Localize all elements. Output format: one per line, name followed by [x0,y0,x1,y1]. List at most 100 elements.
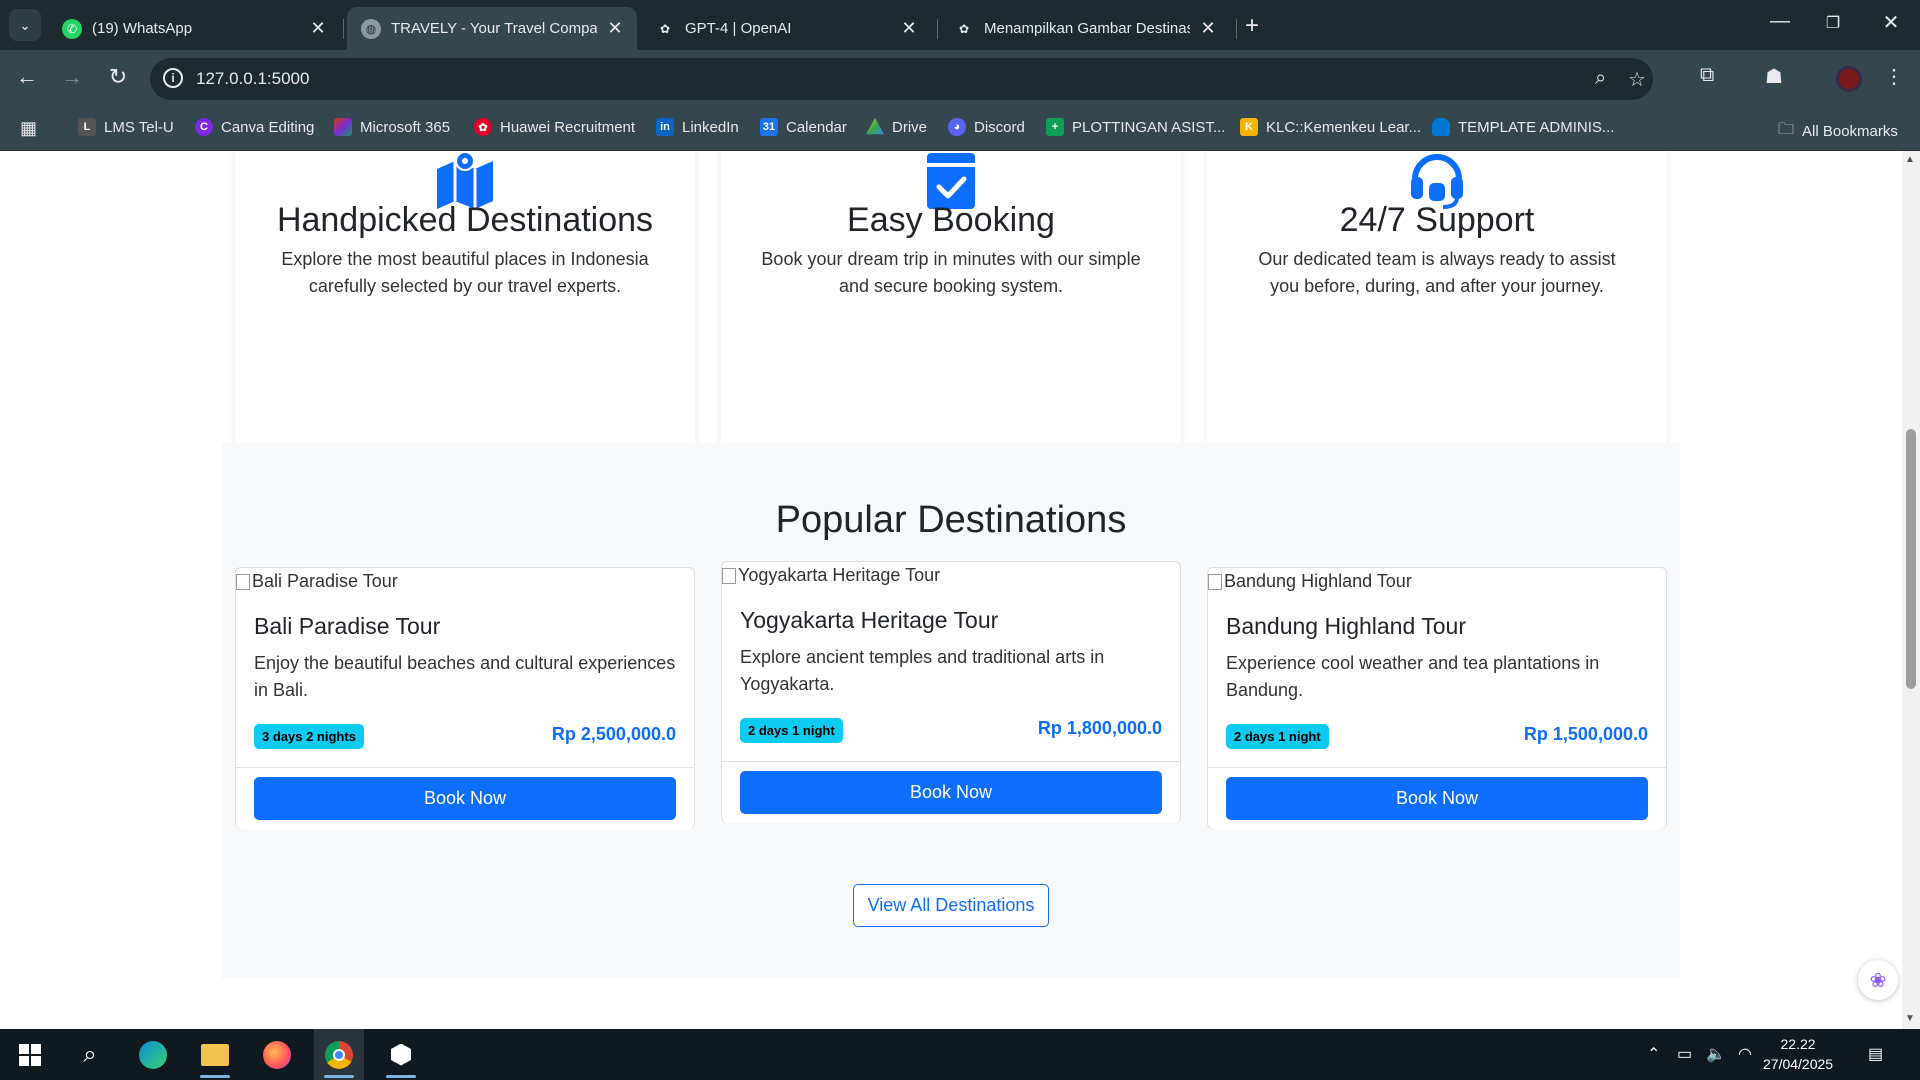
broken-image-icon [722,567,736,584]
bookmark-microsoft365[interactable]: Microsoft 365 [334,118,450,136]
wifi-icon[interactable]: ◠ [1738,1044,1752,1064]
scroll-up-icon[interactable]: ▲ [1905,154,1915,165]
price: Rp 1,800,000.0 [1037,718,1162,738]
bookmark-discord[interactable]: ◕ Discord [948,118,1025,136]
menu-kebab-icon[interactable]: ⋮ [1884,64,1904,89]
close-icon[interactable]: ✕ [1198,18,1218,39]
site-info-icon[interactable]: i [163,68,183,88]
bookmark-label: Microsoft 365 [360,118,451,136]
broken-image-icon [236,573,250,590]
all-bookmarks[interactable]: 🗀 All Bookmarks [1778,118,1898,145]
battery-icon[interactable]: ▭ [1677,1044,1692,1064]
file-explorer-icon[interactable] [190,1029,240,1080]
tab-title: GPT-4 | OpenAI [685,20,792,37]
forward-icon[interactable]: → [57,64,87,90]
scroll-thumb[interactable] [1906,429,1916,689]
zoom-icon[interactable]: ⌕ [1595,67,1606,90]
avatar[interactable] [1836,66,1862,92]
whatsapp-icon: ✆ [62,18,82,39]
feature-text: Book your dream trip in minutes with our… [761,249,1141,296]
destination-image: Yogyakarta Heritage Tour [722,565,940,586]
chrome-icon[interactable] [314,1029,364,1080]
edge-icon[interactable] [128,1029,178,1080]
tab-search-button[interactable]: ⌄ [9,9,41,41]
book-now-button[interactable]: Book Now [1226,777,1648,820]
browser-toolbar: ← → ↻ i 127.0.0.1:5000 ⌕ ☆ ⧉ ☗ ⋮ [0,50,1920,108]
close-icon[interactable]: ✕ [308,18,328,39]
destination-image: Bali Paradise Tour [236,571,398,592]
sheets-icon: + [1046,118,1064,136]
card-footer: Book Now [722,761,1180,823]
back-icon[interactable]: ← [12,64,42,90]
notification-icon[interactable]: ▤ [1868,1044,1883,1064]
assistant-bubble-icon[interactable]: ❀ [1858,960,1898,1000]
apps-grid-icon[interactable]: ▦ [20,118,37,139]
view-all-destinations-button[interactable]: View All Destinations [853,884,1049,927]
onedrive-icon [1432,118,1450,136]
windows-taskbar: ⌕ ⌃ ▭ 🔈 ◠ 22.22 27/04/2025 ▤ [0,1029,1920,1080]
tab-gpt4[interactable]: ✿ GPT-4 | OpenAI ✕ [641,7,931,50]
huawei-icon: ✿ [474,118,492,136]
incognito-icon[interactable]: ☗ [1765,64,1783,89]
bookmark-canva[interactable]: C Canva Editing [195,118,314,136]
book-now-button[interactable]: Book Now [740,771,1162,814]
close-icon[interactable]: ✕ [899,18,919,39]
chevron-up-icon[interactable]: ⌃ [1647,1044,1660,1064]
calendar-icon: 31 [760,118,778,136]
linkedin-icon: in [656,118,674,136]
address-url[interactable]: 127.0.0.1:5000 [196,69,309,89]
bookmark-klc[interactable]: K KLC::Kemenkeu Lear... [1240,118,1421,136]
destination-card-yogyakarta: Yogyakarta Heritage Tour Yogyakarta Heri… [721,561,1181,823]
bookmark-label: PLOTTINGAN ASIST... [1072,118,1226,136]
section-heading: Popular Destinations [775,499,1127,541]
tab-whatsapp[interactable]: ✆ (19) WhatsApp ✕ [48,7,340,50]
card-description: Explore ancient temples and traditional … [740,647,1105,694]
system-clock[interactable]: 22.22 27/04/2025 [1763,1034,1833,1074]
clock-time: 22.22 [1780,1036,1816,1052]
volume-icon[interactable]: 🔈 [1706,1044,1726,1064]
tab-title: TRAVELY - Your Travel Companion [391,20,597,37]
feature-text: Explore the most beautiful places in Ind… [281,249,649,296]
tab-travely[interactable]: ◍ TRAVELY - Your Travel Companion ✕ [347,7,637,50]
lms-icon: L [78,118,96,136]
windows-start-icon[interactable] [5,1029,55,1080]
tab-title: (19) WhatsApp [92,20,193,37]
bookmark-huawei[interactable]: ✿ Huawei Recruitment [474,118,635,136]
bookmark-calendar[interactable]: 31 Calendar [760,118,847,136]
bookmark-template[interactable]: TEMPLATE ADMINIS... [1432,118,1614,136]
extensions-icon[interactable]: ⧉ [1700,64,1714,87]
bookmark-lms-telu[interactable]: L LMS Tel-U [78,118,174,136]
minimize-icon[interactable]: — [1765,10,1795,33]
close-icon[interactable]: ✕ [605,18,625,39]
canva-icon: C [195,118,213,136]
tab-menampilkan[interactable]: ✿ Menampilkan Gambar Destinasi ✕ [940,7,1230,50]
card-footer: Book Now [1208,767,1666,829]
window-close-icon[interactable]: ✕ [1876,10,1906,35]
firefox-icon[interactable] [252,1029,302,1080]
page-scrollbar[interactable]: ▲ ▼ [1902,151,1920,1029]
bookmark-plottingan[interactable]: + PLOTTINGAN ASIST... [1046,118,1225,136]
bookmark-label: Drive [892,118,928,136]
bookmark-star-icon[interactable]: ☆ [1628,67,1646,92]
card-title: Bandung Highland Tour [1226,613,1466,639]
chevron-down-icon: ⌄ [19,16,31,33]
book-now-button[interactable]: Book Now [254,777,676,820]
openai-icon: ✿ [958,21,970,36]
discord-icon: ◕ [948,118,966,136]
tab-divider [343,19,344,39]
scroll-down-icon[interactable]: ▼ [1905,1013,1915,1024]
bookmark-label: TEMPLATE ADMINIS... [1458,118,1615,136]
search-icon[interactable]: ⌕ [65,1029,115,1080]
restore-icon[interactable]: ❐ [1818,13,1848,33]
bookmark-label: LMS Tel-U [104,118,174,136]
reload-icon[interactable]: ↻ [103,64,133,90]
bookmark-drive[interactable]: Drive [866,118,927,136]
new-tab-icon[interactable]: + [1245,12,1259,40]
address-bar[interactable]: i 127.0.0.1:5000 ⌕ ☆ [150,58,1653,100]
app-cube-icon[interactable] [376,1029,426,1080]
drive-icon [866,118,884,135]
bookmark-linkedin[interactable]: in LinkedIn [656,118,739,136]
destination-card-bandung: Bandung Highland Tour Bandung Highland T… [1207,567,1667,829]
openai-icon: ✿ [659,21,671,36]
tab-title: Menampilkan Gambar Destinasi [984,20,1190,37]
